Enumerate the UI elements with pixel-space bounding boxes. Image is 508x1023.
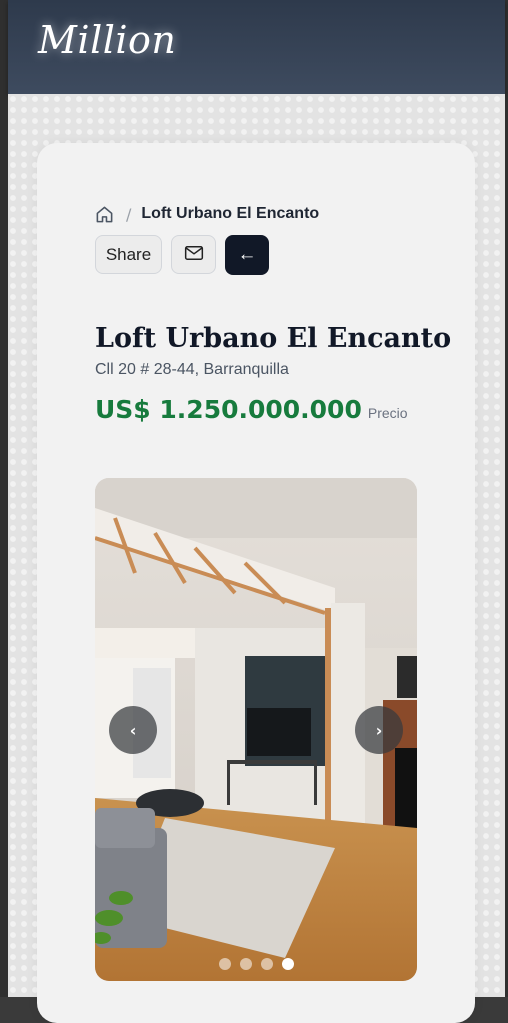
breadcrumb-separator: /: [126, 204, 132, 224]
home-icon[interactable]: [95, 205, 114, 224]
mail-button[interactable]: [171, 235, 216, 274]
carousel-dot[interactable]: [240, 958, 252, 970]
breadcrumb: / Loft Urbano El Encanto: [95, 201, 319, 227]
action-bar: Share ←: [95, 235, 269, 275]
property-price: US$ 1.250.000.000: [95, 395, 362, 424]
carousel-indicators: [219, 958, 294, 970]
page-background: / Loft Urbano El Encanto Share ← Loft Ur…: [8, 94, 505, 1023]
carousel-prev-button[interactable]: ‹: [109, 706, 157, 754]
image-carousel[interactable]: ‹ ›: [95, 478, 417, 981]
back-button[interactable]: ←: [225, 235, 269, 275]
price-label: Precio: [367, 405, 408, 421]
app-header: Million: [8, 0, 505, 94]
carousel-next-button[interactable]: ›: [355, 706, 403, 754]
breadcrumb-current: Loft Urbano El Encanto: [141, 205, 320, 222]
carousel-dot[interactable]: [261, 958, 273, 970]
property-title: Loft Urbano El Encanto: [95, 323, 452, 354]
property-address: Cll 20 # 28-44, Barranquilla: [95, 361, 289, 378]
window-frame-left: [0, 0, 8, 997]
brand-logo[interactable]: Million: [38, 18, 176, 62]
property-card: / Loft Urbano El Encanto Share ← Loft Ur…: [37, 143, 475, 1023]
share-button[interactable]: Share: [95, 235, 162, 274]
price-row: US$ 1.250.000.000 Precio: [95, 395, 408, 424]
carousel-dot[interactable]: [219, 958, 231, 970]
mail-icon: [184, 245, 204, 264]
carousel-dot[interactable]: [282, 958, 294, 970]
